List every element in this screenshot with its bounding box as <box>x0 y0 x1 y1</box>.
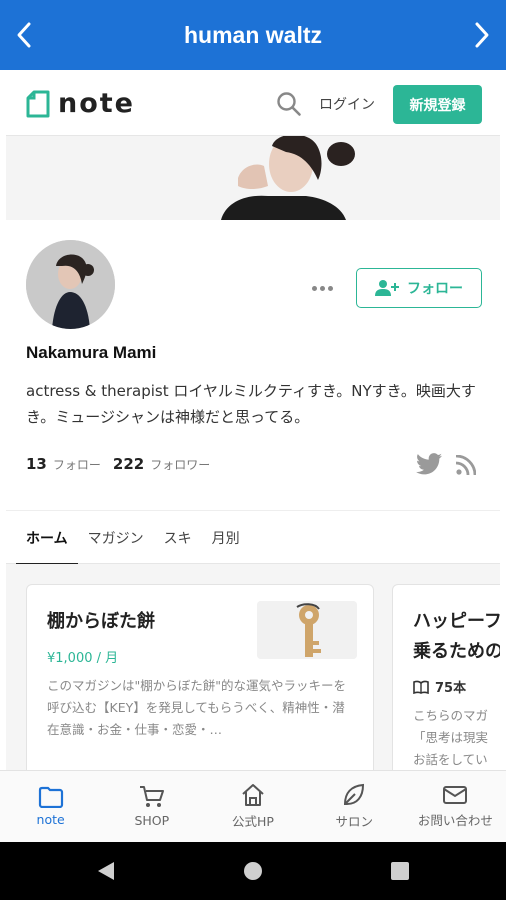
square-recents-icon <box>391 862 409 880</box>
rss-icon[interactable] <box>455 454 477 479</box>
note-logo-icon <box>26 90 50 117</box>
card-thumbnail <box>257 601 357 659</box>
following-count[interactable]: 13 <box>26 455 47 473</box>
follow-label: フォロー <box>407 281 463 297</box>
profile-tabs: ホーム マガジン スキ 月別 <box>6 510 500 565</box>
cart-icon <box>139 786 164 807</box>
nav-contact[interactable]: お問い合わせ <box>405 771 506 842</box>
profile-bio: actress & therapist ロイヤルミルクティすき。NYすき。映画大… <box>26 382 476 426</box>
nav-shop[interactable]: SHOP <box>101 771 202 842</box>
tab-likes[interactable]: スキ <box>154 511 202 564</box>
nav-official-hp[interactable]: 公式HP <box>202 771 303 842</box>
tab-home[interactable]: ホーム <box>16 511 78 565</box>
system-recents-button[interactable] <box>370 842 430 900</box>
login-link[interactable]: ログイン <box>319 94 375 114</box>
note-icon <box>38 786 63 808</box>
card-description: こちらのマガ 「思考は現実 お話をしてい <box>413 708 489 767</box>
add-user-icon <box>375 280 399 296</box>
triangle-back-icon <box>98 862 114 880</box>
followers-label[interactable]: フォロワー <box>150 456 210 473</box>
search-button[interactable] <box>276 91 302 117</box>
card-count: 75本 <box>413 677 466 696</box>
card-title: 棚からぼた餅 <box>47 611 155 632</box>
magazine-card[interactable]: ハッピーフ 乗るための 75本 こちらのマガ 「思考は現実 お話をしてい <box>392 584 500 770</box>
card-description: このマガジンは"棚からぼた餅"的な運気やラッキーを呼び込む【KEY】を発見しても… <box>47 678 347 737</box>
circle-home-icon <box>244 862 262 880</box>
card-price: ¥1,000 / 月 <box>47 651 119 666</box>
system-back-button[interactable] <box>76 842 136 900</box>
magazine-carousel: 棚からぼた餅 ¥1,000 / 月 このマガジンは"棚からぼた餅"的な運気やラッ… <box>6 564 500 770</box>
chevron-right-icon <box>475 22 489 48</box>
tab-monthly[interactable]: 月別 <box>202 511 250 564</box>
forward-button[interactable] <box>458 0 506 70</box>
app-bar: human waltz <box>0 0 506 70</box>
profile-name: Nakamura Mami <box>26 343 157 362</box>
bottom-navigation: note SHOP 公式HP サロン お問い合わせ <box>0 770 506 842</box>
follow-stats: 13 フォロー 222 フォロワー <box>26 455 210 473</box>
chevron-left-icon <box>17 22 31 48</box>
book-icon <box>413 680 429 694</box>
mail-icon <box>443 786 468 804</box>
home-icon <box>242 784 264 806</box>
magazine-card[interactable]: 棚からぼた餅 ¥1,000 / 月 このマガジンは"棚からぼた餅"的な運気やラッ… <box>26 584 374 770</box>
follow-button[interactable]: フォロー <box>356 268 482 308</box>
nav-note[interactable]: note <box>0 771 101 842</box>
search-icon <box>277 92 301 116</box>
card-title: ハッピーフ 乗るための <box>413 611 500 662</box>
followers-count[interactable]: 222 <box>113 455 144 473</box>
system-navigation-bar <box>0 842 506 900</box>
back-button[interactable] <box>0 0 48 70</box>
leaf-icon <box>344 783 365 805</box>
tab-magazine[interactable]: マガジン <box>78 511 154 564</box>
avatar <box>26 240 115 329</box>
system-home-button[interactable] <box>223 842 283 900</box>
twitter-icon[interactable] <box>416 453 442 479</box>
note-header: note ログイン 新規登録 <box>6 70 500 136</box>
following-label[interactable]: フォロー <box>53 456 101 473</box>
app-title: human waltz <box>183 21 322 48</box>
signup-button[interactable]: 新規登録 <box>393 85 482 124</box>
more-options-button[interactable] <box>306 276 338 300</box>
nav-salon[interactable]: サロン <box>304 771 405 842</box>
cover-image <box>6 136 500 220</box>
note-logo[interactable]: note <box>26 88 135 119</box>
logo-text: note <box>58 88 135 119</box>
